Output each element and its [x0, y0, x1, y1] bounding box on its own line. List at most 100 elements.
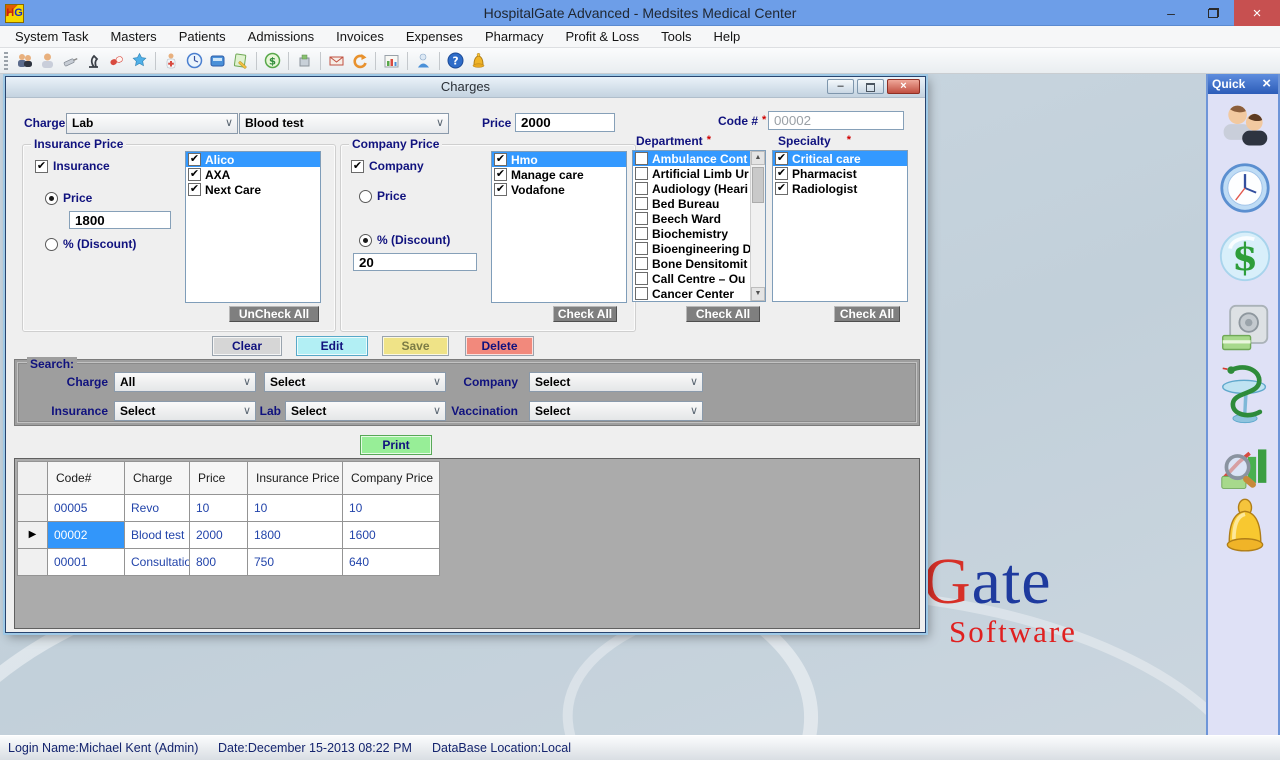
- lab-star-icon[interactable]: [130, 51, 149, 70]
- list-item[interactable]: Call Centre – Ou: [633, 271, 750, 286]
- delete-button[interactable]: Delete: [465, 336, 534, 356]
- cell-company-price[interactable]: 1600: [343, 522, 440, 549]
- list-item[interactable]: Beech Ward: [633, 211, 750, 226]
- patients-icon[interactable]: [1219, 100, 1271, 155]
- table-row-selected[interactable]: ▶ 00002 Blood test 2000 1800 1600: [18, 522, 440, 549]
- checkbox-icon[interactable]: [635, 242, 648, 255]
- quick-panel-header[interactable]: Quick ×: [1208, 74, 1278, 94]
- checkbox-icon[interactable]: ✔: [188, 153, 201, 166]
- list-item[interactable]: ✔AXA: [186, 167, 320, 182]
- checkbox-icon[interactable]: ✔: [494, 168, 507, 181]
- search-charge-name-combo[interactable]: Select∨: [264, 372, 446, 392]
- charge-type-combo[interactable]: Lab∨: [66, 113, 238, 134]
- list-item[interactable]: ✔Radiologist: [773, 181, 907, 196]
- list-item[interactable]: Ambulance Cont: [633, 151, 750, 166]
- menu-tools[interactable]: Tools: [650, 26, 702, 47]
- checkbox-icon[interactable]: [635, 257, 648, 270]
- header-insurance-price[interactable]: Insurance Price: [248, 462, 343, 495]
- table-row[interactable]: 00005 Revo 10 10 10: [18, 495, 440, 522]
- phone-icon[interactable]: [208, 51, 227, 70]
- cell-charge[interactable]: Revo: [125, 495, 190, 522]
- checkbox-icon[interactable]: ✔: [775, 182, 788, 195]
- checkbox-icon[interactable]: [635, 272, 648, 285]
- insurance-uncheck-all-button[interactable]: UnCheck All: [229, 306, 319, 322]
- scroll-down-icon[interactable]: ▼: [751, 287, 765, 301]
- cell-code[interactable]: 00001: [48, 549, 125, 576]
- list-item[interactable]: ✔Alico: [186, 152, 320, 167]
- billing-icon[interactable]: $: [1219, 230, 1271, 285]
- print-button[interactable]: Print: [360, 435, 432, 455]
- reminder-icon[interactable]: [1219, 498, 1271, 563]
- cell-price[interactable]: 10: [190, 495, 248, 522]
- list-item[interactable]: ✔Next Care: [186, 182, 320, 197]
- list-item[interactable]: Bioengineering D: [633, 241, 750, 256]
- list-item[interactable]: Bone Densitomit: [633, 256, 750, 271]
- menu-profit-loss[interactable]: Profit & Loss: [554, 26, 650, 47]
- header-charge[interactable]: Charge: [125, 462, 190, 495]
- checkbox-icon[interactable]: [635, 287, 648, 300]
- syringe-icon[interactable]: [61, 51, 80, 70]
- department-check-all-button[interactable]: Check All: [686, 306, 760, 322]
- cell-code[interactable]: 00002: [48, 522, 125, 549]
- dialog-maximize-button[interactable]: [857, 79, 884, 94]
- search-insurance-combo[interactable]: Select∨: [114, 401, 256, 421]
- title-bar[interactable]: HG HospitalGate Advanced - Medsites Medi…: [0, 0, 1280, 26]
- undo-icon[interactable]: [350, 51, 369, 70]
- cell-insurance-price[interactable]: 1800: [248, 522, 343, 549]
- reports-icon[interactable]: [1219, 442, 1271, 497]
- specialty-check-all-button[interactable]: Check All: [834, 306, 900, 322]
- checkbox-icon[interactable]: [635, 197, 648, 210]
- menu-expenses[interactable]: Expenses: [395, 26, 474, 47]
- list-item[interactable]: ✔Vodafone: [492, 182, 626, 197]
- list-item[interactable]: ✔Hmo: [492, 152, 626, 167]
- hospital-staff-icon[interactable]: [162, 51, 181, 70]
- dialog-close-button[interactable]: ×: [887, 79, 920, 94]
- report-chart-icon[interactable]: [382, 51, 401, 70]
- list-item[interactable]: Bed Bureau: [633, 196, 750, 211]
- company-discount-input[interactable]: [353, 253, 477, 271]
- cell-price[interactable]: 800: [190, 549, 248, 576]
- company-check-all-button[interactable]: Check All: [553, 306, 617, 322]
- cashbox-icon[interactable]: [1219, 304, 1271, 359]
- price-input[interactable]: [515, 113, 615, 132]
- cell-company-price[interactable]: 640: [343, 549, 440, 576]
- scrollbar[interactable]: ▲ ▼: [750, 151, 765, 301]
- checkbox-icon[interactable]: ✔: [188, 168, 201, 181]
- checkbox-icon[interactable]: ✔: [775, 167, 788, 180]
- list-item[interactable]: ✔Manage care: [492, 167, 626, 182]
- row-selector[interactable]: [18, 549, 48, 576]
- close-button[interactable]: ×: [1234, 0, 1280, 26]
- list-item[interactable]: ✔Critical care: [773, 151, 907, 166]
- cell-price[interactable]: 2000: [190, 522, 248, 549]
- inventory-icon[interactable]: [295, 51, 314, 70]
- menu-invoices[interactable]: Invoices: [325, 26, 395, 47]
- quick-close-icon[interactable]: ×: [1262, 75, 1278, 93]
- menu-pharmacy[interactable]: Pharmacy: [474, 26, 555, 47]
- toolbar-grip[interactable]: [4, 52, 8, 70]
- list-item[interactable]: Biochemistry: [633, 226, 750, 241]
- list-item[interactable]: ✔Pharmacist: [773, 166, 907, 181]
- clock-icon[interactable]: [1219, 162, 1271, 217]
- clock-icon[interactable]: [185, 51, 204, 70]
- pharmacy-icon[interactable]: [1219, 362, 1271, 437]
- checkbox-icon[interactable]: ✔: [188, 183, 201, 196]
- code-input[interactable]: [768, 111, 904, 130]
- insurance-price-radio[interactable]: Price: [45, 191, 92, 205]
- row-selector[interactable]: [18, 495, 48, 522]
- alerts-icon[interactable]: [469, 51, 488, 70]
- microscope-icon[interactable]: [84, 51, 103, 70]
- checkbox-icon[interactable]: [635, 182, 648, 195]
- dialog-minimize-button[interactable]: –: [827, 79, 854, 94]
- checkbox-icon[interactable]: ✔: [775, 152, 788, 165]
- scrollbar-thumb[interactable]: [752, 167, 764, 203]
- checkbox-icon[interactable]: ✔: [494, 183, 507, 196]
- insurance-discount-radio[interactable]: % (Discount): [45, 237, 136, 251]
- minimize-button[interactable]: –: [1150, 0, 1192, 26]
- search-vaccination-combo[interactable]: Select∨: [529, 401, 703, 421]
- checkbox-icon[interactable]: [635, 152, 648, 165]
- invoice-icon[interactable]: [231, 51, 250, 70]
- patients-icon[interactable]: [15, 51, 34, 70]
- insurance-checkbox[interactable]: ✔ Insurance: [35, 159, 110, 173]
- header-code[interactable]: Code#: [48, 462, 125, 495]
- search-lab-combo[interactable]: Select∨: [285, 401, 446, 421]
